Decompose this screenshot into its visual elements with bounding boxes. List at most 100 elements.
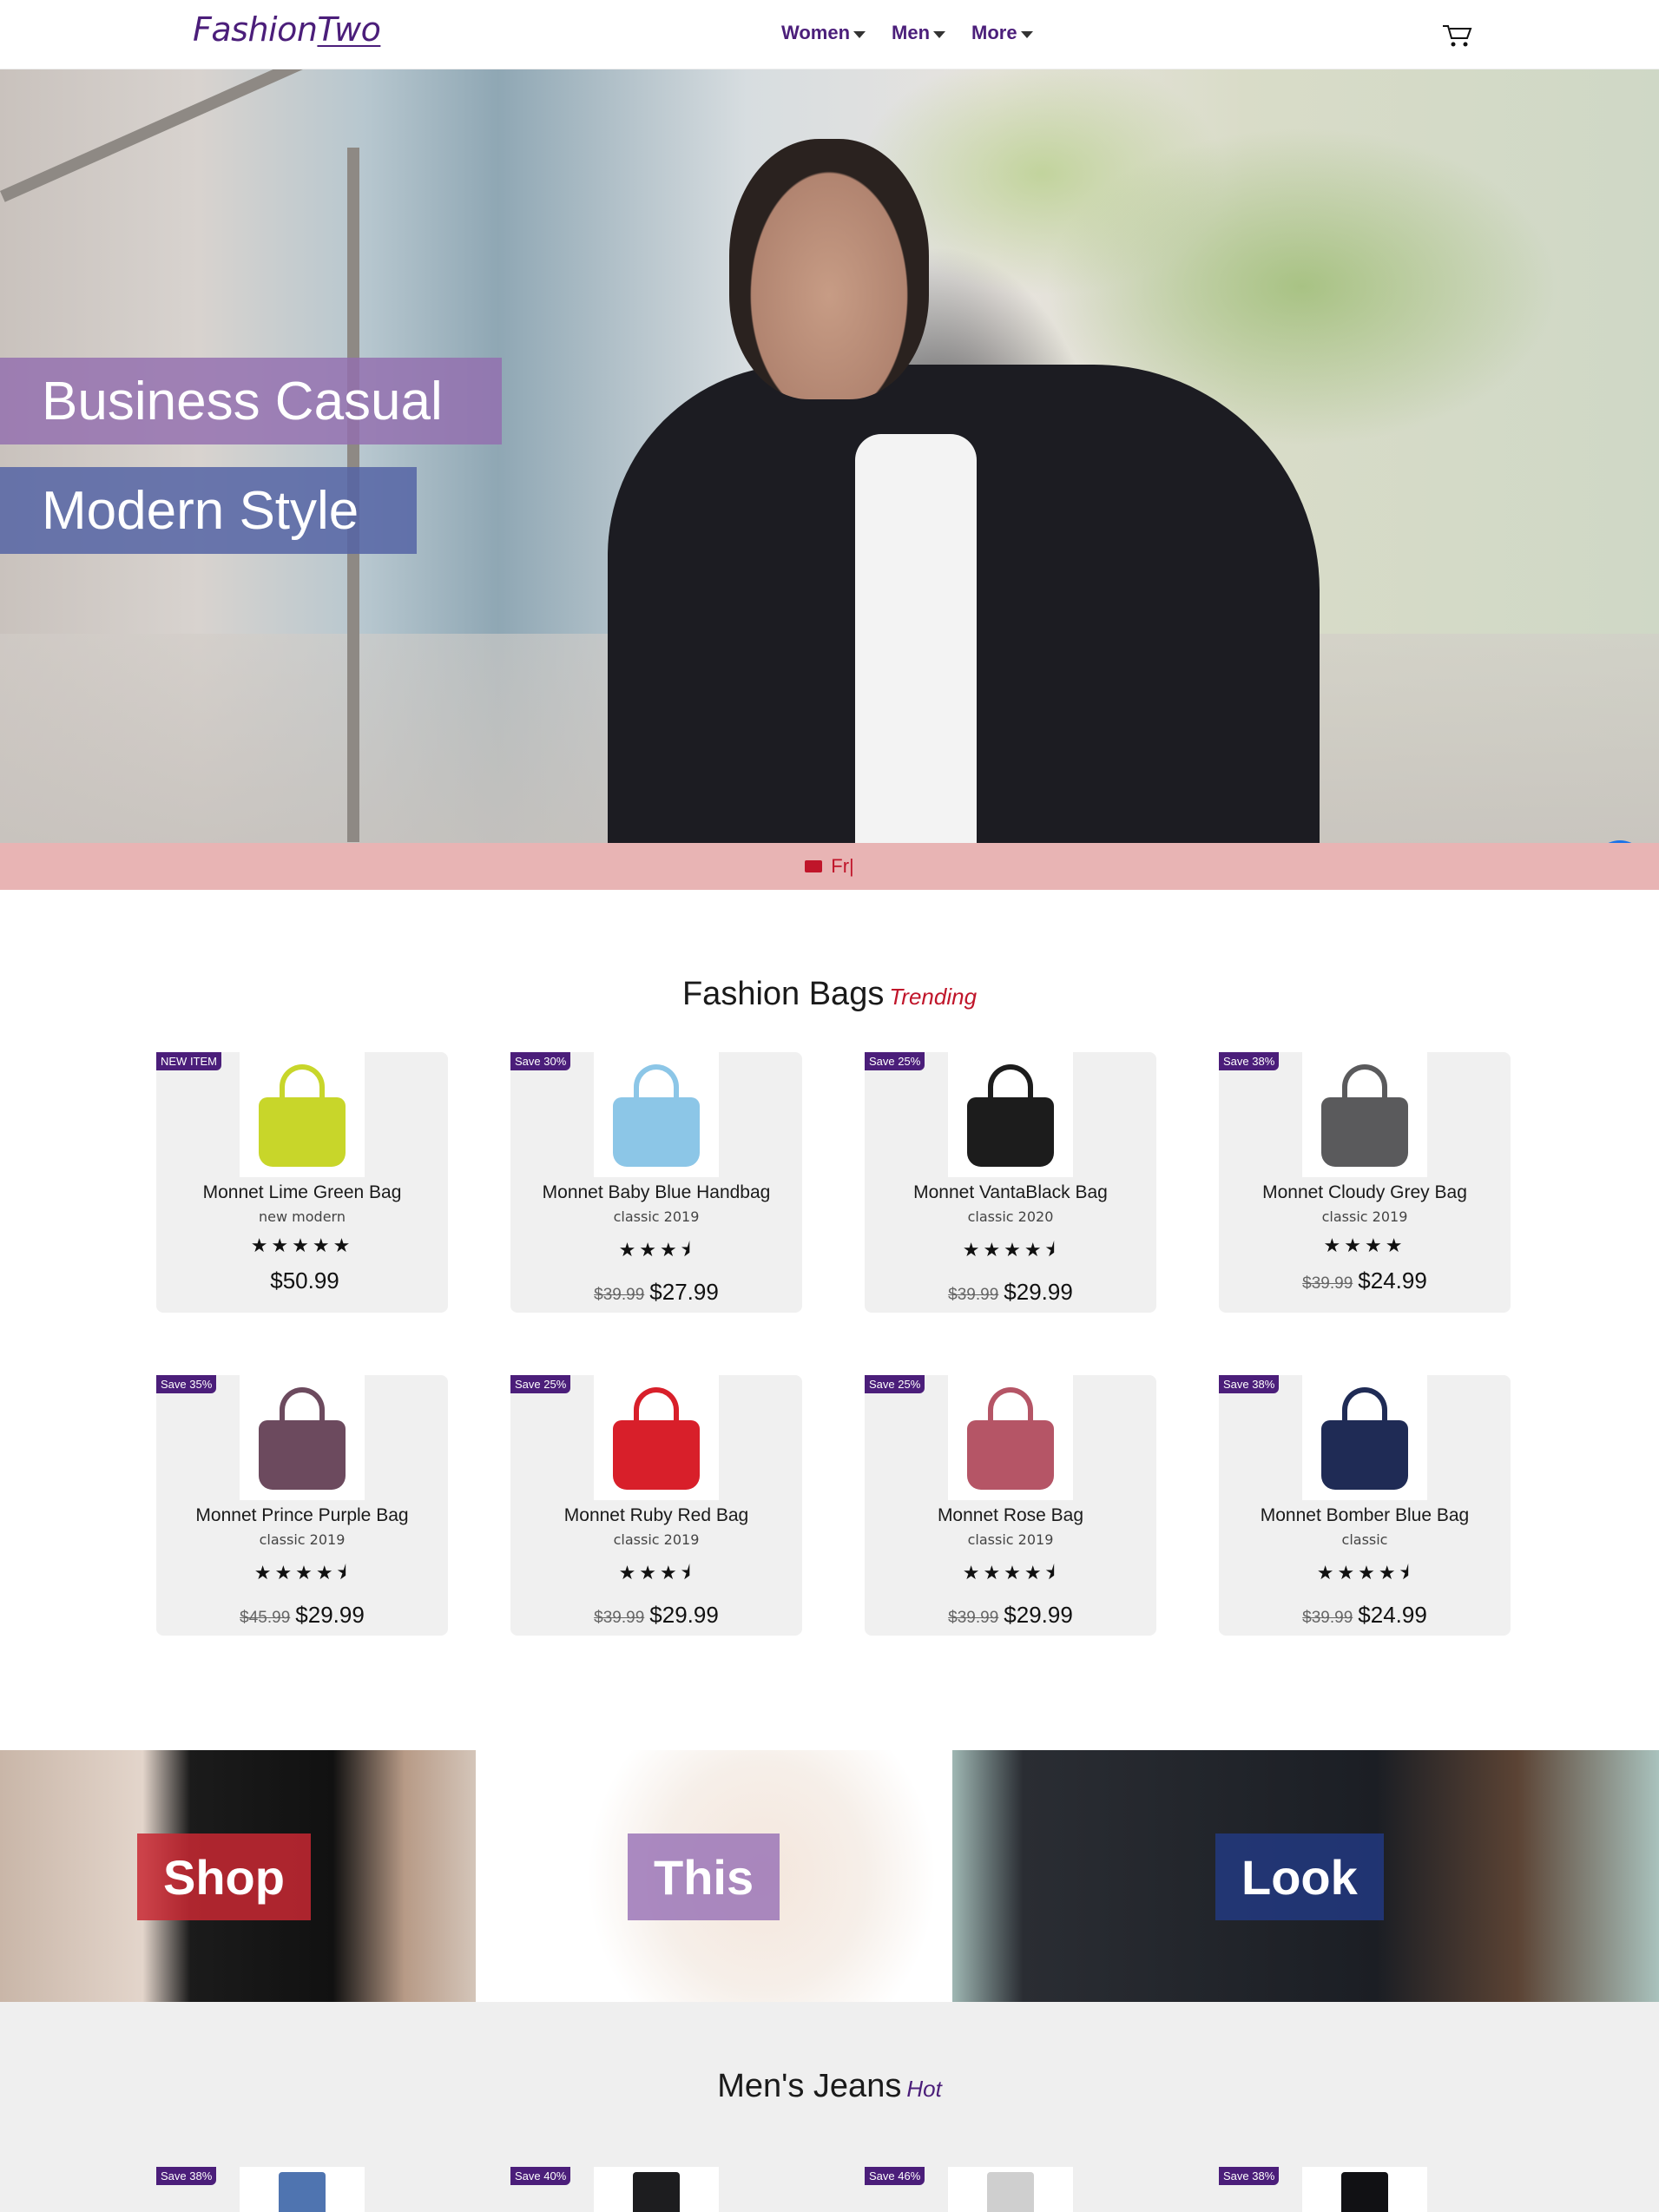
jeans-icon [279, 2172, 326, 2212]
product-image[interactable] [948, 2167, 1073, 2212]
discount-badge: Save 25% [865, 1375, 925, 1393]
truck-icon [805, 860, 823, 872]
product-image[interactable] [240, 2167, 365, 2212]
bags-title: Fashion Bags [681, 976, 885, 1012]
hero-model-shirt [855, 434, 977, 843]
product-name[interactable]: Monnet Rose Bag [865, 1505, 1156, 1526]
product-card[interactable]: Save 25% Monnet VantaBlack Bag classic 202… [865, 1052, 1156, 1313]
discount-badge: Save 46% [865, 2167, 925, 2185]
original-price: $45.99 [240, 1609, 291, 1627]
product-subtitle: classic 2019 [613, 1531, 700, 1548]
product-name[interactable]: Monnet Cloudy Grey Bag [1219, 1182, 1511, 1203]
logo-text-fashion: Fashion [193, 10, 318, 49]
product-image[interactable] [594, 1375, 719, 1500]
product-price-row: $39.99 $29.99 [510, 1602, 802, 1629]
product-price-row: $39.99 $24.99 [1219, 1267, 1511, 1294]
shipping-announcement-bar: Fr| [0, 843, 1659, 890]
jeans-icon [987, 2172, 1034, 2212]
discount-badge: Save 25% [510, 1375, 571, 1393]
sale-price: $29.99 [1004, 1602, 1073, 1628]
discount-badge: Save 30% [510, 1052, 571, 1070]
chevron-down-icon [853, 30, 866, 38]
product-card[interactable]: Save 30% Monnet Baby Blue Handbag classic … [510, 1052, 802, 1313]
look-panel-shop[interactable]: Shop [0, 1750, 476, 2002]
product-card[interactable]: Save 46% [865, 2167, 1156, 2212]
sale-price: $24.99 [1358, 1602, 1427, 1628]
product-image[interactable] [594, 2167, 719, 2212]
rating-stars: ★★★★⯨ [1316, 1563, 1413, 1584]
hero-model-head [729, 139, 929, 399]
product-image[interactable] [1302, 1052, 1427, 1177]
look-panel-look[interactable]: Look [952, 1750, 1659, 2002]
rating-stars: ★★★★⯨ [962, 1240, 1059, 1261]
product-name[interactable]: Monnet Bomber Blue Bag [1219, 1505, 1511, 1526]
product-image[interactable] [1302, 2167, 1427, 2212]
product-card[interactable]: Save 25% Monnet Rose Bag classic 2019 ★★★★⯨… [865, 1375, 1156, 1636]
look-label-this[interactable]: This [628, 1833, 780, 1920]
jeans-section: Men's Jeans Hot Save 38% Save 40% Save 46% S… [0, 2002, 1659, 2212]
sale-price: $29.99 [649, 1602, 719, 1628]
product-subtitle: classic 2019 [1321, 1208, 1408, 1225]
main-menu: Women Men More [781, 22, 1033, 44]
hero-background-railing [0, 69, 450, 202]
look-panel-this[interactable]: This [477, 1750, 951, 2002]
product-name[interactable]: Monnet Baby Blue Handbag [510, 1182, 802, 1203]
hero-subheadline: Modern Style [0, 467, 417, 554]
product-name[interactable]: Monnet Prince Purple Bag [156, 1505, 448, 1526]
product-image[interactable] [240, 1375, 365, 1500]
jeans-product-grid: Save 38% Save 40% Save 46% Save 38% [156, 2167, 1511, 2212]
product-subtitle: classic 2019 [259, 1531, 346, 1548]
menu-more-label: More [971, 22, 1017, 43]
product-image[interactable] [240, 1052, 365, 1177]
product-subtitle: classic 2020 [967, 1208, 1054, 1225]
product-name[interactable]: Monnet Lime Green Bag [156, 1182, 448, 1203]
product-card[interactable]: NEW ITEM Monnet Lime Green Bag new modern ★… [156, 1052, 448, 1313]
discount-badge: Save 25% [865, 1052, 925, 1070]
product-price-row: $39.99 $24.99 [1219, 1602, 1511, 1629]
product-price-row: $39.99 $27.99 [510, 1279, 802, 1306]
product-subtitle: classic 2019 [613, 1208, 700, 1225]
product-card[interactable]: Save 40% [510, 2167, 802, 2212]
original-price: $39.99 [948, 1286, 999, 1304]
original-price: $39.99 [594, 1286, 645, 1304]
original-price: $39.99 [1302, 1274, 1353, 1293]
product-price-row: $39.99 $29.99 [865, 1279, 1156, 1306]
rating-stars: ★★★⯨ [618, 1563, 695, 1584]
rating-stars: ★★★★★ [250, 1235, 354, 1257]
handbag-body [967, 1097, 1054, 1167]
product-card[interactable]: Save 35% Monnet Prince Purple Bag classic … [156, 1375, 448, 1636]
product-card[interactable]: Save 25% Monnet Ruby Red Bag classic 2019 ★… [510, 1375, 802, 1636]
original-price: $39.99 [594, 1609, 645, 1627]
rating-stars: ★★★⯨ [618, 1240, 695, 1261]
sale-price: $29.99 [1004, 1279, 1073, 1305]
discount-badge: NEW ITEM [156, 1052, 221, 1070]
logo-text-two: Two [317, 10, 381, 49]
menu-men[interactable]: Men [892, 22, 946, 44]
product-name[interactable]: Monnet VantaBlack Bag [865, 1182, 1156, 1203]
handbag-body [967, 1420, 1054, 1490]
product-image[interactable] [1302, 1375, 1427, 1500]
rating-stars: ★★★★ [1323, 1235, 1406, 1257]
discount-badge: Save 35% [156, 1375, 217, 1393]
brand-logo[interactable]: FashionTwo [193, 10, 381, 49]
look-label-shop[interactable]: Shop [137, 1833, 311, 1920]
product-price-row: $39.99 $29.99 [865, 1602, 1156, 1629]
menu-women[interactable]: Women [781, 22, 866, 44]
shopping-cart-icon[interactable] [1441, 21, 1474, 50]
product-card[interactable]: Save 38% [1219, 2167, 1511, 2212]
original-price: $39.99 [1302, 1609, 1353, 1627]
product-image[interactable] [948, 1375, 1073, 1500]
discount-badge: Save 38% [156, 2167, 217, 2185]
product-image[interactable] [948, 1052, 1073, 1177]
menu-men-label: Men [892, 22, 931, 43]
jeans-icon [633, 2172, 680, 2212]
discount-badge: Save 38% [1219, 1375, 1280, 1393]
look-label-look[interactable]: Look [1215, 1833, 1384, 1920]
product-card[interactable]: Save 38% [156, 2167, 448, 2212]
jeans-icon [1341, 2172, 1388, 2212]
menu-more[interactable]: More [971, 22, 1033, 44]
product-card[interactable]: Save 38% Monnet Bomber Blue Bag classic ★★★… [1219, 1375, 1511, 1636]
product-name[interactable]: Monnet Ruby Red Bag [510, 1505, 802, 1526]
product-card[interactable]: Save 38% Monnet Cloudy Grey Bag classic 20… [1219, 1052, 1511, 1313]
product-image[interactable] [594, 1052, 719, 1177]
